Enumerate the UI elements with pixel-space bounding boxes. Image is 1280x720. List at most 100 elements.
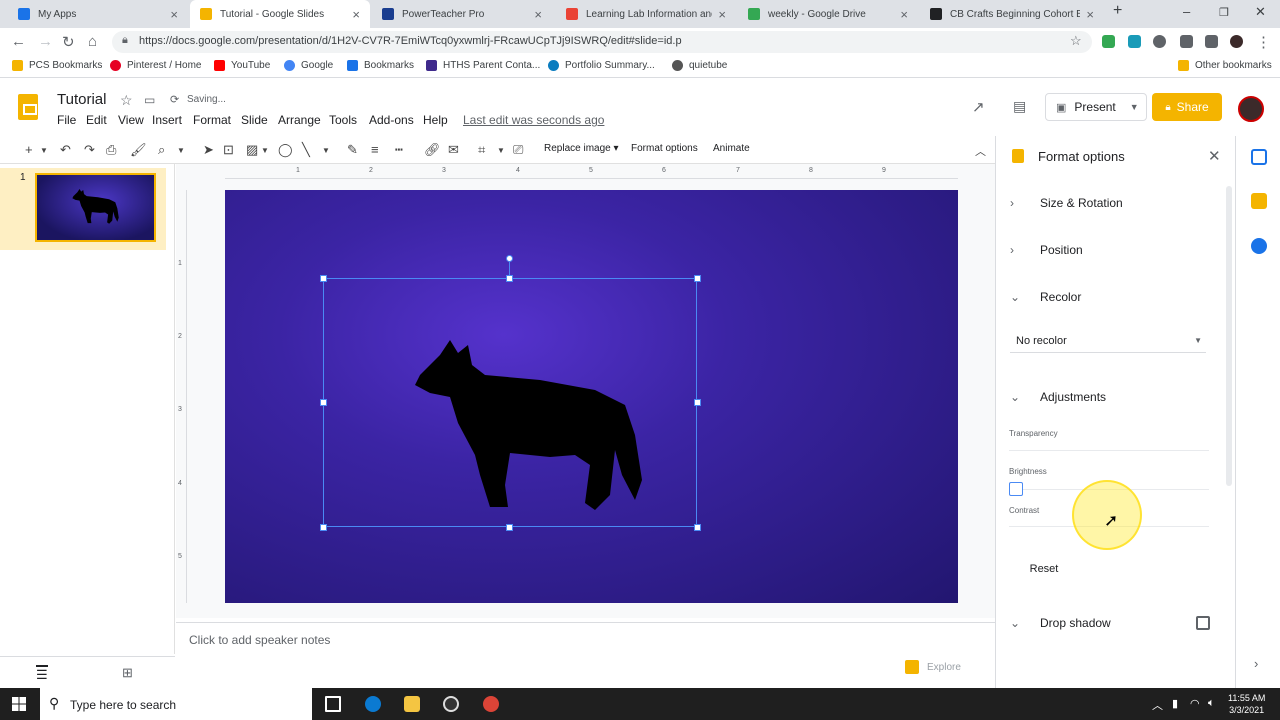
tasks-icon[interactable] xyxy=(1251,238,1267,254)
rotate-handle[interactable] xyxy=(506,255,513,262)
pen-icon[interactable]: ✎ xyxy=(347,142,358,158)
chevron-right-icon[interactable]: › xyxy=(1254,656,1258,671)
network-icon[interactable]: ▮ xyxy=(1172,697,1178,710)
filmstrip-view-icon[interactable]: ☰ xyxy=(36,665,48,683)
menu-file[interactable]: File xyxy=(57,113,76,127)
home-icon[interactable]: ⌂ xyxy=(88,33,97,50)
star-icon[interactable]: ☆ xyxy=(1070,33,1082,49)
menu-view[interactable]: View xyxy=(118,113,144,127)
section-adjustments[interactable]: ⌄ Adjustments xyxy=(1010,390,1106,404)
bookmark-item[interactable]: HTHS Parent Conta... xyxy=(426,60,540,71)
browser-tab-powerteacher[interactable]: PowerTeacher Pro × xyxy=(372,0,552,28)
menu-edit[interactable]: Edit xyxy=(86,113,107,127)
browser-tab-my-apps[interactable]: My Apps × xyxy=(8,0,188,28)
text-box-icon[interactable]: ⊡ xyxy=(223,142,234,158)
image-selection-box[interactable] xyxy=(323,278,697,527)
close-tab-icon[interactable]: × xyxy=(900,7,908,22)
chevron-down-icon[interactable]: ▼ xyxy=(322,146,330,155)
extension-icon[interactable] xyxy=(1153,35,1166,48)
close-tab-icon[interactable]: × xyxy=(352,7,360,22)
star-icon[interactable]: ☆ xyxy=(120,92,133,109)
browser-tab-drive[interactable]: weekly - Google Drive × xyxy=(738,0,918,28)
file-explorer-icon[interactable] xyxy=(404,696,420,712)
collapse-toolbar-icon[interactable]: ︿ xyxy=(975,143,986,159)
close-window-icon[interactable]: ✕ xyxy=(1255,4,1266,20)
last-edit-link[interactable]: Last edit was seconds ago xyxy=(463,113,604,127)
print-icon[interactable]: ⎙ xyxy=(106,142,116,158)
bookmark-item[interactable]: Google xyxy=(284,60,333,71)
chevron-down-icon[interactable]: ▼ xyxy=(1130,102,1139,112)
present-button[interactable]: ▣ Present ▼ xyxy=(1045,93,1147,121)
section-recolor[interactable]: ⌄ Recolor xyxy=(1010,290,1081,304)
menu-format[interactable]: Format xyxy=(193,113,231,127)
restore-icon[interactable]: ❐ xyxy=(1219,6,1229,19)
menu-arrange[interactable]: Arrange xyxy=(278,113,321,127)
calendar-icon[interactable] xyxy=(1251,149,1267,165)
document-title[interactable]: Tutorial xyxy=(57,91,106,108)
bookmark-item[interactable]: Portfolio Summary... xyxy=(548,60,655,71)
link-icon[interactable]: 🔗︎ xyxy=(424,142,441,158)
browser-tab-learning-lab[interactable]: Learning Lab Information and × xyxy=(556,0,736,28)
resize-handle-bottom-left[interactable] xyxy=(320,524,327,531)
resize-handle-top[interactable] xyxy=(506,275,513,282)
speaker-notes[interactable]: Click to add speaker notes xyxy=(176,622,995,656)
brightness-slider-thumb[interactable] xyxy=(1009,482,1023,496)
add-comment-icon[interactable]: ✉︎ xyxy=(448,142,459,158)
browser-tab-cb-crafts[interactable]: CB Crafts Beginning Cohort B × xyxy=(920,0,1104,28)
tray-chevron-icon[interactable]: ︿ xyxy=(1152,697,1163,713)
paint-format-icon[interactable]: 🖌︎ xyxy=(130,142,147,158)
border-dash-icon[interactable]: ┅ xyxy=(395,142,403,158)
recorder-icon[interactable] xyxy=(443,696,459,712)
puzzle-icon[interactable] xyxy=(1180,35,1193,48)
explore-button[interactable]: Explore xyxy=(905,656,975,678)
bookmark-item[interactable]: Bookmarks xyxy=(347,60,414,71)
keep-icon[interactable] xyxy=(1251,193,1267,209)
account-avatar[interactable] xyxy=(1238,96,1264,122)
activity-icon[interactable]: ↗ xyxy=(972,98,985,116)
grid-view-icon[interactable]: ⊞ xyxy=(122,665,133,681)
section-position[interactable]: › Position xyxy=(1010,243,1083,257)
resize-handle-bottom-right[interactable] xyxy=(694,524,701,531)
share-button[interactable]: 🔒︎ Share xyxy=(1152,93,1222,121)
volume-icon[interactable]: 🔈︎ xyxy=(1208,697,1215,710)
chrome-menu-icon[interactable]: ⋮ xyxy=(1256,33,1271,51)
shape-icon[interactable]: ◯ xyxy=(278,142,293,158)
close-tab-icon[interactable]: × xyxy=(718,7,726,22)
minimize-icon[interactable]: – xyxy=(1183,4,1190,19)
zoom-icon[interactable]: ⌕ xyxy=(158,142,165,158)
slide-thumbnail[interactable] xyxy=(35,173,156,242)
select-icon[interactable]: ➤ xyxy=(203,142,214,158)
format-options-button[interactable]: Format options xyxy=(631,143,698,154)
back-icon[interactable]: ← xyxy=(11,33,26,50)
animate-button[interactable]: Animate xyxy=(713,143,750,154)
close-tab-icon[interactable]: × xyxy=(1086,7,1094,22)
resize-handle-top-left[interactable] xyxy=(320,275,327,282)
menu-help[interactable]: Help xyxy=(423,113,448,127)
extension-icon[interactable] xyxy=(1102,35,1115,48)
wifi-icon[interactable]: ◠ xyxy=(1190,697,1200,710)
undo-icon[interactable]: ↶ xyxy=(60,142,71,158)
slides-logo-icon[interactable] xyxy=(18,94,38,120)
chevron-down-icon[interactable]: ▼ xyxy=(497,146,505,155)
comment-icon[interactable]: ▤ xyxy=(1013,98,1026,115)
edge-icon[interactable] xyxy=(365,696,381,712)
resize-handle-bottom[interactable] xyxy=(506,524,513,531)
recolor-select[interactable]: No recolor ▼ xyxy=(1010,329,1206,353)
chevron-down-icon[interactable]: ▼ xyxy=(261,146,269,155)
reset-image-icon[interactable]: ⎚ xyxy=(513,142,523,158)
drop-shadow-checkbox[interactable] xyxy=(1196,616,1210,630)
cast-icon[interactable] xyxy=(1205,35,1218,48)
chrome-icon[interactable] xyxy=(483,696,499,712)
image-icon[interactable]: ▨ xyxy=(246,142,258,158)
other-bookmarks[interactable]: Other bookmarks xyxy=(1178,60,1272,71)
close-tab-icon[interactable]: × xyxy=(534,7,542,22)
resize-handle-left[interactable] xyxy=(320,399,327,406)
bookmark-item[interactable]: quietube xyxy=(672,60,727,71)
line-icon[interactable]: ╲ xyxy=(302,142,310,158)
resize-handle-right[interactable] xyxy=(694,399,701,406)
move-folder-icon[interactable]: ▭ xyxy=(144,93,155,107)
chevron-down-icon[interactable]: ▼ xyxy=(177,146,185,155)
transparency-slider[interactable] xyxy=(1009,450,1209,451)
reset-button[interactable]: Reset xyxy=(1014,557,1074,581)
resize-handle-top-right[interactable] xyxy=(694,275,701,282)
